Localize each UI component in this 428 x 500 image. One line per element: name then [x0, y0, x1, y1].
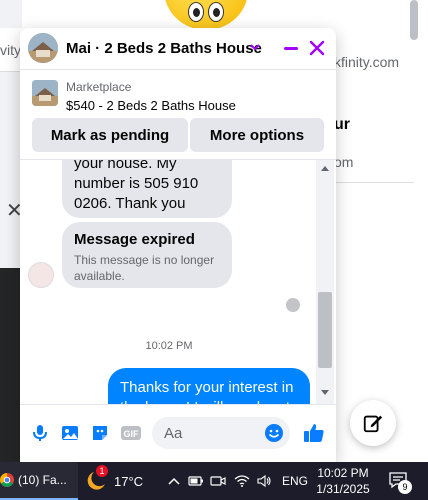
close-chat-button[interactable] [308, 38, 326, 58]
weather-badge: 1 [96, 465, 108, 477]
chat-window: Mai · 2 Beds 2 Baths House Marketplace $… [20, 28, 336, 462]
camera-icon[interactable] [210, 474, 226, 488]
chrome-icon [0, 473, 14, 487]
left-dark-panel [0, 268, 22, 462]
emoji-image [160, 0, 252, 30]
read-receipt-icon [286, 298, 300, 312]
listing-title[interactable]: $540 - 2 Beds 2 Baths House [66, 98, 236, 113]
marketplace-label: Marketplace [66, 80, 132, 94]
message-composer: GIF [20, 404, 336, 462]
background-text: om [334, 154, 354, 170]
message-timestamp: 10:02 PM [145, 340, 193, 352]
message-thread[interactable]: your house. My number is 505 910 0206. T… [20, 160, 336, 404]
taskbar: (10) Fa... 1 17°C ENG 10:02 PM 1/31/2025… [0, 462, 428, 500]
sticker-icon[interactable] [90, 423, 110, 443]
divider [334, 182, 414, 183]
minimize-button[interactable] [282, 38, 300, 58]
gif-icon[interactable]: GIF [120, 423, 142, 443]
listing-thumbnail[interactable] [32, 80, 58, 106]
chevron-up-icon[interactable] [166, 474, 182, 488]
listing-avatar[interactable] [28, 33, 58, 63]
marketplace-panel: Marketplace $540 - 2 Beds 2 Baths House … [20, 70, 336, 160]
compose-icon [363, 415, 383, 433]
page-scrollbar[interactable] [410, 0, 418, 40]
expired-title: Message expired [74, 231, 195, 248]
wifi-icon[interactable] [234, 474, 250, 488]
taskbar-app-label: (10) Fa... [18, 473, 67, 487]
notification-count: 9 [398, 480, 412, 494]
chat-header[interactable]: Mai · 2 Beds 2 Baths House [20, 28, 336, 70]
sender-avatar[interactable] [28, 262, 54, 288]
taskbar-app-chrome[interactable]: (10) Fa... [0, 462, 78, 500]
temperature[interactable]: 17°C [114, 474, 143, 489]
new-message-button[interactable] [350, 400, 396, 446]
clock[interactable]: 10:02 PM 1/31/2025 [314, 465, 372, 497]
photo-icon[interactable] [60, 423, 80, 443]
expired-message[interactable]: Message expired This message is no longe… [62, 222, 232, 288]
svg-text:GIF: GIF [124, 429, 140, 439]
incoming-message[interactable]: your house. My number is 505 910 0206. T… [62, 160, 232, 218]
chevron-down-icon[interactable] [248, 40, 262, 54]
like-icon[interactable] [302, 421, 326, 445]
scrollbar-thumb[interactable] [318, 292, 332, 368]
left-panel-text: vity [0, 42, 21, 58]
expired-body: This message is no longer available. [74, 253, 215, 283]
clock-time: 10:02 PM [317, 466, 369, 480]
scroll-up-arrow-icon[interactable] [321, 166, 329, 171]
mark-as-pending-button[interactable]: Mark as pending [32, 118, 188, 152]
emoji-icon[interactable] [264, 423, 284, 443]
minimize-icon [284, 46, 298, 50]
volume-icon[interactable] [256, 474, 272, 488]
more-options-button[interactable]: More options [190, 118, 324, 152]
background-heading: ur [334, 116, 350, 133]
chat-title[interactable]: Mai · 2 Beds 2 Baths House [66, 40, 262, 57]
background-link[interactable]: kfinity.com [334, 54, 399, 70]
scroll-down-arrow-icon[interactable] [321, 390, 329, 395]
microphone-icon[interactable] [30, 423, 50, 443]
language-indicator[interactable]: ENG [282, 474, 308, 488]
thread-scrollbar[interactable] [316, 160, 334, 404]
outgoing-message[interactable]: Thanks for your interest in the house! I… [108, 368, 310, 404]
clock-date: 1/31/2025 [316, 482, 370, 496]
battery-icon[interactable] [188, 474, 204, 488]
